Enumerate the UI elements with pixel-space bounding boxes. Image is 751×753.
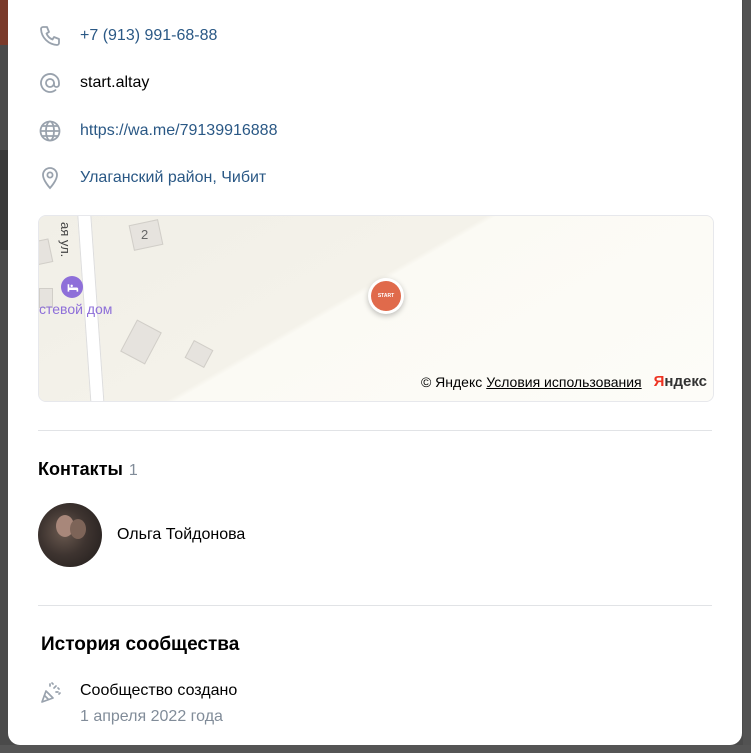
hotel-poi-icon[interactable] xyxy=(61,276,83,298)
backdrop-right-edge xyxy=(743,0,751,753)
backdrop-image-fragment xyxy=(0,0,8,45)
phone-link[interactable]: +7 (913) 991-68-88 xyxy=(80,27,217,45)
history-event-date: 1 апреля 2022 года xyxy=(80,708,223,725)
phone-row[interactable]: +7 (913) 991-68-88 xyxy=(38,23,217,49)
map-terms-link[interactable]: Условия использования xyxy=(486,374,641,390)
address-row[interactable]: Улаганский район, Чибит xyxy=(38,165,266,191)
location-pin-icon xyxy=(38,166,62,190)
contacts-title[interactable]: Контакты 1 xyxy=(38,459,138,480)
address-link[interactable]: Улаганский район, Чибит xyxy=(80,169,266,187)
map-copyright: © Яндекс xyxy=(420,373,483,390)
map-attribution: © Яндекс Условия использования Яндекс xyxy=(421,373,707,390)
marker-logo: START xyxy=(371,281,401,311)
party-popper-icon xyxy=(38,680,64,706)
contact-name[interactable]: Ольга Тойдонова xyxy=(117,526,245,544)
history-title: История сообщества xyxy=(41,634,240,655)
screen-name: start.altay xyxy=(80,74,150,91)
avatar[interactable] xyxy=(38,503,102,567)
contacts-count: 1 xyxy=(128,462,138,479)
hotel-poi-label[interactable]: стевой дом xyxy=(39,301,112,317)
history-created-item: Сообщество создано 1 апреля 2022 года xyxy=(38,680,237,728)
contacts-title-text: Контакты xyxy=(38,459,123,479)
section-divider xyxy=(38,605,712,606)
website-link[interactable]: https://wa.me/79139916888 xyxy=(80,122,277,140)
community-info-modal: +7 (913) 991-68-88 start.altay https://w… xyxy=(8,0,742,745)
yandex-logo[interactable]: Яндекс xyxy=(654,373,707,390)
location-map[interactable]: ая ул. 2 стевой дом START © Яндекс Услов… xyxy=(38,215,714,402)
phone-icon xyxy=(38,24,62,48)
map-house-number: 2 xyxy=(141,227,149,242)
screen-name-row: start.altay xyxy=(38,70,149,96)
backdrop-image-fragment xyxy=(0,150,8,250)
community-map-marker[interactable]: START xyxy=(368,278,404,314)
at-icon xyxy=(38,71,62,95)
map-street-label: ая ул. xyxy=(58,222,73,258)
contact-item[interactable]: Ольга Тойдонова xyxy=(38,503,245,567)
backdrop-bottom-edge xyxy=(0,745,751,753)
history-event-label: Сообщество создано xyxy=(80,682,238,699)
section-divider xyxy=(38,430,712,431)
website-row[interactable]: https://wa.me/79139916888 xyxy=(38,118,277,144)
globe-icon xyxy=(38,119,62,143)
